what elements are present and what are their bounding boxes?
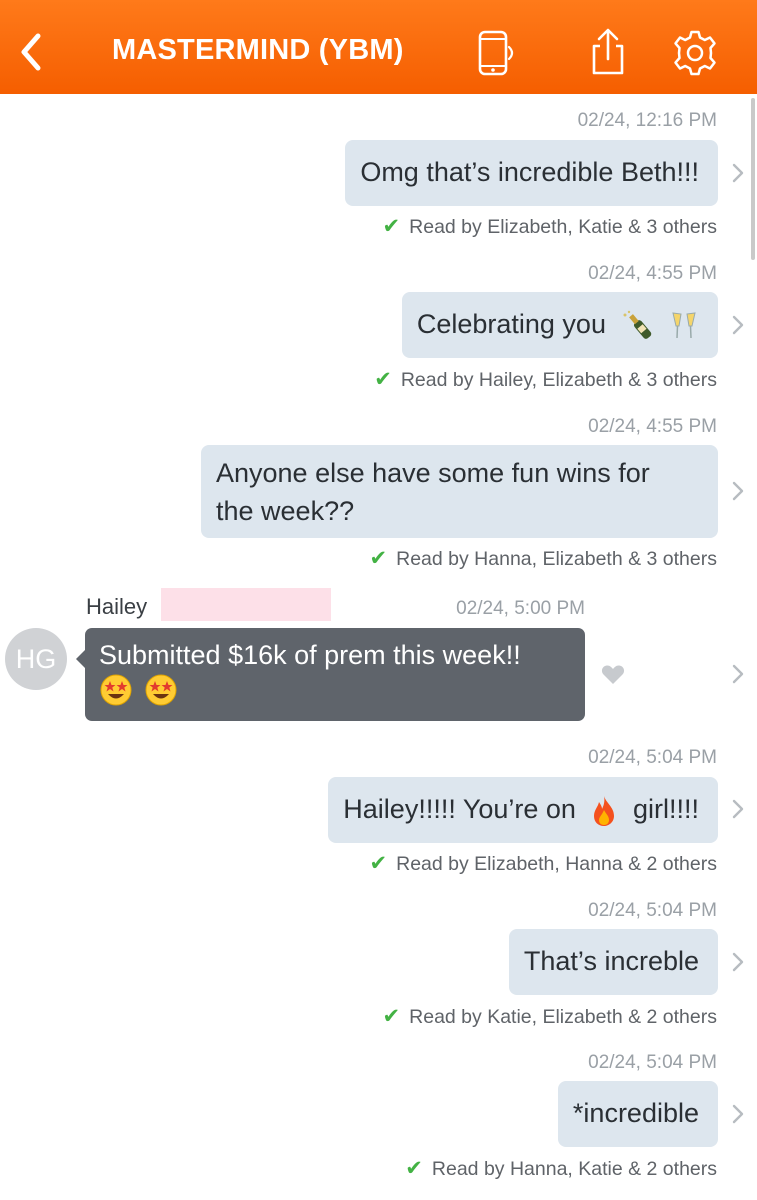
back-chevron-icon[interactable] xyxy=(14,30,48,74)
redaction-block xyxy=(161,588,331,621)
outgoing-message-bubble[interactable]: *incredible xyxy=(557,1081,718,1147)
message-timestamp: 02/24, 5:04 PM xyxy=(588,900,717,921)
phone-icon[interactable] xyxy=(472,26,520,78)
checkmark-icon: ✔ xyxy=(405,1157,423,1180)
read-receipt: ✔ Read by Katie, Elizabeth & 2 others xyxy=(383,1004,717,1029)
message-timestamp: 02/24, 5:00 PM xyxy=(456,598,585,619)
checkmark-icon: ✔ xyxy=(374,368,392,391)
checkmark-icon: ✔ xyxy=(369,547,388,570)
scrollbar[interactable] xyxy=(751,98,755,260)
message-timestamp: 02/24, 5:04 PM xyxy=(588,747,717,768)
sender-name: Hailey xyxy=(86,594,148,619)
emoji-row xyxy=(99,672,571,706)
chevron-right-icon[interactable] xyxy=(731,798,745,820)
message-timestamp: 02/24, 5:04 PM xyxy=(588,1052,717,1073)
outgoing-message-bubble[interactable]: Anyone else have some fun wins for the w… xyxy=(201,445,718,538)
message-timestamp: 02/24, 4:55 PM xyxy=(588,416,717,437)
read-receipt-text: Read by Elizabeth, Hanna & 2 others xyxy=(396,853,717,875)
read-receipt: ✔ Read by Elizabeth, Katie & 3 others xyxy=(383,214,717,239)
outgoing-message-bubble[interactable]: Hailey!!!!! You’re on girl!!!! xyxy=(328,777,718,843)
read-receipt: ✔ Read by Hailey, Elizabeth & 3 others xyxy=(374,367,717,392)
chevron-right-icon[interactable] xyxy=(731,951,745,973)
checkmark-icon: ✔ xyxy=(382,215,401,238)
message-text-line: the week?? xyxy=(216,496,355,526)
bubble-tail xyxy=(76,650,85,668)
star-struck-face-icon xyxy=(145,674,177,706)
outgoing-message-bubble[interactable]: That’s increble xyxy=(508,929,718,995)
read-receipt-text: Read by Hanna, Katie & 2 others xyxy=(431,1158,717,1180)
message-text-line: Anyone else have some fun wins for xyxy=(216,458,650,488)
message-text: *incredible xyxy=(572,1098,699,1128)
chevron-right-icon[interactable] xyxy=(731,663,745,685)
outgoing-message-bubble[interactable]: Celebrating you xyxy=(401,292,718,358)
star-struck-face-icon xyxy=(100,674,132,706)
message-text: Celebrating you xyxy=(416,309,606,339)
checkmark-icon: ✔ xyxy=(382,1005,401,1028)
message-timestamp: 02/24, 12:16 PM xyxy=(577,110,717,131)
read-receipt: ✔ Read by Hanna, Elizabeth & 3 others xyxy=(370,546,717,571)
clinking-glasses-icon xyxy=(672,312,696,338)
heart-icon[interactable] xyxy=(601,664,625,685)
chat-title[interactable]: MASTERMIND (YBM) xyxy=(112,34,404,67)
champagne-bottle-icon xyxy=(623,310,652,339)
read-receipt-text: Read by Katie, Elizabeth & 2 others xyxy=(409,1006,717,1028)
avatar[interactable]: HG xyxy=(5,628,67,690)
chevron-right-icon[interactable] xyxy=(731,1103,745,1125)
message-timestamp: 02/24, 4:55 PM xyxy=(588,263,717,284)
read-receipt-text: Read by Hanna, Elizabeth & 3 others xyxy=(396,548,717,570)
message-text: Omg that’s incredible Beth!!! xyxy=(360,157,699,187)
app-header: MASTERMIND (YBM) xyxy=(0,0,757,94)
outgoing-message-bubble[interactable]: Omg that’s incredible Beth!!! xyxy=(345,140,718,206)
message-text: girl!!!! xyxy=(632,794,699,824)
fire-icon xyxy=(594,795,615,826)
share-icon[interactable] xyxy=(584,26,632,78)
message-text: Submitted $16k of prem this week!! xyxy=(99,640,521,670)
message-text: Hailey!!!!! You’re on xyxy=(343,794,576,824)
chevron-right-icon[interactable] xyxy=(731,162,745,184)
read-receipt: ✔ Read by Elizabeth, Hanna & 2 others xyxy=(370,851,717,876)
chevron-right-icon[interactable] xyxy=(731,480,745,502)
read-receipt: ✔ Read by Hanna, Katie & 2 others xyxy=(405,1156,717,1181)
gear-icon[interactable] xyxy=(671,26,719,78)
incoming-message-bubble[interactable]: Submitted $16k of prem this week!! xyxy=(76,628,585,721)
checkmark-icon: ✔ xyxy=(369,852,388,875)
read-receipt-text: Read by Hailey, Elizabeth & 3 others xyxy=(400,369,717,391)
message-text: That’s increble xyxy=(523,946,699,976)
read-receipt-text: Read by Elizabeth, Katie & 3 others xyxy=(409,216,717,238)
chevron-right-icon[interactable] xyxy=(731,314,745,336)
